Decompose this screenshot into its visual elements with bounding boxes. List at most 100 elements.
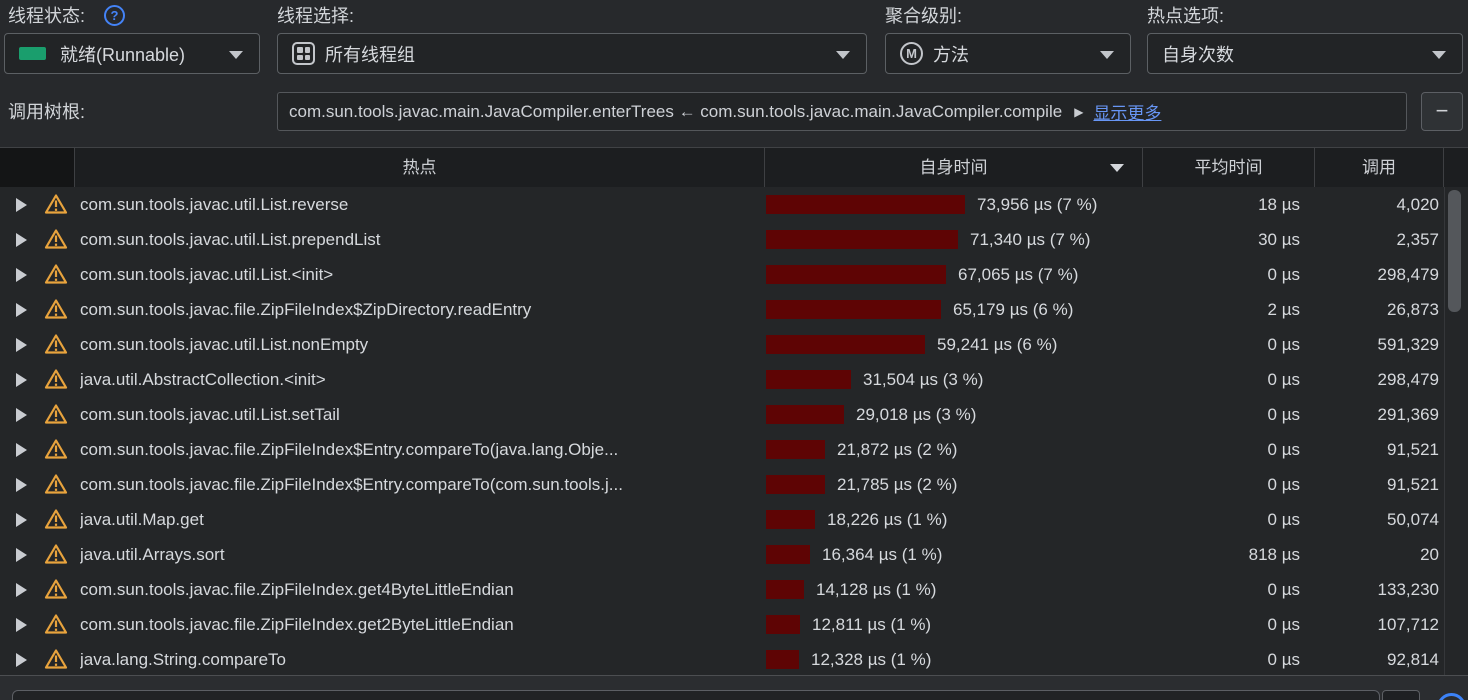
warning-icon <box>44 263 68 285</box>
table-row[interactable]: com.sun.tools.javac.util.List.nonEmpty 5… <box>0 327 1468 362</box>
warning-icon <box>44 613 68 635</box>
self-time-bar <box>766 370 851 389</box>
expand-arrow-icon[interactable] <box>16 443 27 457</box>
aggregation-dropdown[interactable]: M 方法 <box>885 33 1131 74</box>
method-name: com.sun.tools.javac.util.List.<init> <box>80 257 758 292</box>
self-time-bar <box>766 615 800 634</box>
table-row[interactable]: com.sun.tools.javac.util.List.setTail 29… <box>0 397 1468 432</box>
method-name: com.sun.tools.javac.util.List.setTail <box>80 397 758 432</box>
self-time-value: 59,241 µs (6 %) <box>937 327 1057 362</box>
expand-arrow-icon[interactable] <box>16 198 27 212</box>
table-row[interactable]: com.sun.tools.javac.file.ZipFileIndex$En… <box>0 467 1468 502</box>
table-row[interactable]: java.util.AbstractCollection.<init> 31,5… <box>0 362 1468 397</box>
column-header-avg-time[interactable]: 平均时间 <box>1143 148 1315 187</box>
call-tree-root-breadcrumb[interactable]: com.sun.tools.javac.main.JavaCompiler.en… <box>277 92 1407 131</box>
calls-value: 91,521 <box>1318 467 1439 502</box>
warning-icon <box>44 193 68 215</box>
column-header-hotspot[interactable]: 热点 <box>75 148 765 187</box>
table-row[interactable]: java.util.Map.get 18,226 µs (1 %) 0 µs 5… <box>0 502 1468 537</box>
method-name: java.util.AbstractCollection.<init> <box>80 362 758 397</box>
self-time-bar <box>766 335 925 354</box>
warning-icon <box>44 333 68 355</box>
breadcrumb-path: com.sun.tools.javac.main.JavaCompiler.en… <box>289 102 1062 122</box>
warning-icon <box>44 543 68 565</box>
expand-arrow-icon[interactable] <box>16 618 27 632</box>
method-name: com.sun.tools.javac.file.ZipFileIndex$Zi… <box>80 292 758 327</box>
collapse-button[interactable]: − <box>1421 92 1463 131</box>
self-time-bar <box>766 195 965 214</box>
warning-icon <box>44 228 68 250</box>
self-time-bar <box>766 650 799 669</box>
expand-arrow-icon[interactable] <box>16 478 27 492</box>
chevron-down-icon <box>1432 51 1446 59</box>
hotspot-options-dropdown[interactable]: 自身次数 <box>1147 33 1463 74</box>
expand-arrow-icon[interactable] <box>16 268 27 282</box>
calls-value: 26,873 <box>1318 292 1439 327</box>
self-time-bar <box>766 545 810 564</box>
table-row[interactable]: java.lang.String.compareTo 12,328 µs (1 … <box>0 642 1468 675</box>
column-header-self-time[interactable]: 自身时间 <box>765 148 1143 187</box>
calls-value: 298,479 <box>1318 362 1439 397</box>
self-time-value: 71,340 µs (7 %) <box>970 222 1090 257</box>
avg-time-value: 0 µs <box>1150 327 1300 362</box>
help-icon[interactable]: ? <box>104 5 125 26</box>
method-name: java.util.Map.get <box>80 502 758 537</box>
column-header-self-time-label: 自身时间 <box>920 158 988 177</box>
vertical-scrollbar-thumb[interactable] <box>1448 190 1461 312</box>
expand-arrow-icon[interactable] <box>16 513 27 527</box>
table-row[interactable]: com.sun.tools.javac.util.List.reverse 73… <box>0 187 1468 222</box>
warning-icon <box>44 403 68 425</box>
chevron-down-icon <box>1100 51 1114 59</box>
table-row[interactable]: com.sun.tools.javac.util.List.prependLis… <box>0 222 1468 257</box>
avg-time-value: 0 µs <box>1150 572 1300 607</box>
filter-input[interactable] <box>12 690 1380 700</box>
avg-time-value: 818 µs <box>1150 537 1300 572</box>
expand-arrow-icon[interactable] <box>16 338 27 352</box>
method-name: com.sun.tools.javac.util.List.prependLis… <box>80 222 758 257</box>
aggregation-value: 方法 <box>933 41 969 67</box>
method-name: java.util.Arrays.sort <box>80 537 758 572</box>
thread-selection-label: 线程选择: <box>277 4 354 28</box>
warning-icon <box>44 438 68 460</box>
avg-time-value: 0 µs <box>1150 257 1300 292</box>
expand-arrow-icon[interactable] <box>16 373 27 387</box>
self-time-bar <box>766 510 815 529</box>
self-time-value: 21,785 µs (2 %) <box>837 467 957 502</box>
expand-arrow-icon[interactable] <box>16 303 27 317</box>
expand-arrow-icon[interactable] <box>16 408 27 422</box>
self-time-bar <box>766 265 946 284</box>
self-time-value: 29,018 µs (3 %) <box>856 397 976 432</box>
method-name: java.lang.String.compareTo <box>80 642 758 675</box>
column-header-calls[interactable]: 调用 <box>1315 148 1444 187</box>
table-row[interactable]: com.sun.tools.javac.file.ZipFileIndex.ge… <box>0 572 1468 607</box>
expand-arrow-icon[interactable] <box>16 583 27 597</box>
self-time-value: 65,179 µs (6 %) <box>953 292 1073 327</box>
sort-desc-icon <box>1110 164 1124 172</box>
thread-selection-dropdown[interactable]: 所有线程组 <box>277 33 867 74</box>
self-time-bar <box>766 580 804 599</box>
warning-icon <box>44 648 68 670</box>
thread-state-label: 线程状态: <box>8 4 85 28</box>
expand-arrow-icon[interactable] <box>16 548 27 562</box>
thread-groups-icon <box>292 42 315 65</box>
table-row[interactable]: com.sun.tools.javac.util.List.<init> 67,… <box>0 257 1468 292</box>
table-row[interactable]: com.sun.tools.javac.file.ZipFileIndex.ge… <box>0 607 1468 642</box>
table-row[interactable]: java.util.Arrays.sort 16,364 µs (1 %) 81… <box>0 537 1468 572</box>
show-more-link[interactable]: 显示更多 <box>1093 99 1161 124</box>
table-row[interactable]: com.sun.tools.javac.file.ZipFileIndex$Zi… <box>0 292 1468 327</box>
hotspot-table-body: com.sun.tools.javac.util.List.reverse 73… <box>0 187 1468 675</box>
table-row[interactable]: com.sun.tools.javac.file.ZipFileIndex$En… <box>0 432 1468 467</box>
avg-time-value: 18 µs <box>1150 187 1300 222</box>
expand-arrow-icon[interactable] <box>16 653 27 667</box>
header-corner-cell <box>0 148 75 187</box>
thread-state-dropdown[interactable]: 就绪(Runnable) <box>4 33 260 74</box>
call-tree-root-label: 调用树根: <box>8 100 85 124</box>
warning-icon <box>44 473 68 495</box>
avg-time-value: 0 µs <box>1150 502 1300 537</box>
method-name: com.sun.tools.javac.file.ZipFileIndex$En… <box>80 467 758 502</box>
filter-option-button[interactable] <box>1382 690 1420 700</box>
calls-value: 50,074 <box>1318 502 1439 537</box>
warning-icon <box>44 578 68 600</box>
calls-value: 291,369 <box>1318 397 1439 432</box>
expand-arrow-icon[interactable] <box>16 233 27 247</box>
